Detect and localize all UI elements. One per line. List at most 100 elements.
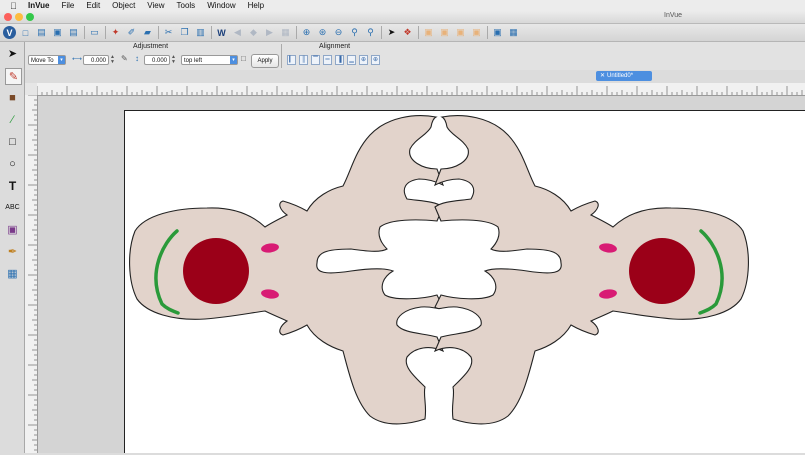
frame-icon[interactable]: ▣: [491, 26, 504, 39]
align-top-edges-icon[interactable]: ▔: [311, 55, 320, 65]
close-tab-icon[interactable]: ✕: [600, 73, 605, 79]
zoom-out-icon[interactable]: ⊖: [332, 26, 345, 39]
group-icon[interactable]: ▣: [422, 26, 435, 39]
menu-file[interactable]: File: [61, 1, 74, 10]
anchor-select[interactable]: top left ▾: [181, 55, 238, 65]
pen-tool-icon[interactable]: ✒: [5, 244, 20, 259]
y-stepper[interactable]: ▲ ▼: [171, 55, 176, 65]
line-tool-icon[interactable]: ∕: [5, 112, 20, 127]
zoom-in-icon[interactable]: ⊕: [300, 26, 313, 39]
distribute-vertical-icon[interactable]: ⊕: [371, 55, 380, 65]
align-right-icon[interactable]: ▶: [263, 26, 276, 39]
align-left-icon[interactable]: ◀: [231, 26, 244, 39]
move-mode-select[interactable]: Move To ▾: [28, 55, 66, 65]
left-eye-circle[interactable]: [183, 238, 249, 304]
vertical-ruler-ticks: [28, 94, 37, 451]
inkblot-shape-mirror[interactable]: [434, 115, 749, 425]
save-icon[interactable]: ▣: [51, 26, 64, 39]
brush-icon[interactable]: ✐: [125, 26, 138, 39]
align-bottom-edges-icon[interactable]: ▁: [347, 55, 356, 65]
horizontal-ruler[interactable]: [36, 83, 805, 96]
inkblot-shape[interactable]: [129, 115, 445, 425]
x-stepper[interactable]: ▲ ▼: [110, 55, 115, 65]
new-document-icon[interactable]: □: [19, 26, 32, 39]
y-position-value: 0.000: [151, 58, 167, 64]
menu-help[interactable]: Help: [248, 1, 264, 10]
invue-logo-icon[interactable]: V: [3, 26, 16, 39]
menu-tools[interactable]: Tools: [177, 1, 196, 10]
bring-front-icon[interactable]: ▣: [454, 26, 467, 39]
rectangle-button-icon[interactable]: ▭: [88, 26, 101, 39]
mask-tool-icon[interactable]: ▣: [5, 222, 20, 237]
document-page[interactable]: [124, 110, 805, 453]
document-tab-label: Untitled0*: [607, 73, 634, 79]
right-eye-circle[interactable]: [629, 238, 695, 304]
menu-edit[interactable]: Edit: [86, 1, 100, 10]
copy-icon[interactable]: ❐: [178, 26, 191, 39]
toolbar-separator: [105, 26, 106, 39]
grid-tool-icon[interactable]: ▦: [5, 266, 20, 281]
align-horizontal-centers-icon[interactable]: ║: [299, 55, 308, 65]
x-position-value: 0.000: [90, 58, 106, 64]
anchor-value: top left: [184, 58, 203, 64]
inkblot-left-half[interactable]: [129, 115, 445, 425]
ungroup-icon[interactable]: ▣: [438, 26, 451, 39]
toolbar-separator: [381, 26, 382, 39]
select-arrow-icon[interactable]: ➤: [5, 46, 20, 61]
color-palette-icon[interactable]: ❖: [401, 26, 414, 39]
open-folder-icon[interactable]: ▤: [35, 26, 48, 39]
chevron-down-icon: ▾: [58, 56, 65, 64]
toolbar-separator: [487, 26, 488, 39]
move-mode-value: Move To: [31, 58, 54, 64]
menu-view[interactable]: View: [147, 1, 164, 10]
vertical-ruler[interactable]: [25, 94, 38, 453]
document-tab[interactable]: ✕ Untitled0*: [596, 71, 652, 81]
horizontal-ruler-ticks: [36, 86, 803, 95]
layers-icon[interactable]: ▦: [507, 26, 520, 39]
paste-icon[interactable]: ▥: [194, 26, 207, 39]
apply-button[interactable]: Apply: [251, 54, 279, 68]
text-path-tool-icon[interactable]: ABC: [5, 200, 20, 215]
menu-object[interactable]: Object: [112, 1, 135, 10]
align-left-edges-icon[interactable]: ▎: [287, 55, 296, 65]
zoom-fit-icon[interactable]: ⊛: [316, 26, 329, 39]
x-position-input[interactable]: 0.000: [83, 55, 109, 65]
word-export-icon[interactable]: W: [215, 26, 228, 39]
menu-app-name[interactable]: InVue: [28, 1, 49, 10]
image-tool-icon[interactable]: ■: [5, 90, 20, 105]
toolbar-separator: [418, 26, 419, 39]
eraser-icon[interactable]: ▰: [141, 26, 154, 39]
tool-palette: ➤ ✎ ■ ∕ □ ○ T ABC ▣ ✒ ▦: [0, 42, 25, 453]
align-vertical-centers-icon[interactable]: ═: [323, 55, 332, 65]
distribute-horizontal-icon[interactable]: ⊕: [359, 55, 368, 65]
align-center-icon[interactable]: ◆: [247, 26, 260, 39]
cut-icon[interactable]: ✂: [162, 26, 175, 39]
section-divider: [281, 44, 282, 68]
print-icon[interactable]: ▤: [67, 26, 80, 39]
y-position-input[interactable]: 0.000: [144, 55, 170, 65]
target-icon[interactable]: ✦: [109, 26, 122, 39]
align-right-edges-icon[interactable]: ▐: [335, 55, 344, 65]
zoom-page-icon[interactable]: ⚲: [364, 26, 377, 39]
rectangle-tool-icon[interactable]: □: [5, 134, 20, 149]
main-toolbar: V □ ▤ ▣ ▤ ▭ ✦ ✐ ▰ ✂ ❐ ▥ W ◀ ◆ ▶ ▦ ⊕ ⊛ ⊖ …: [0, 24, 805, 42]
apple-icon[interactable]: : [10, 1, 22, 11]
send-back-icon[interactable]: ▣: [470, 26, 483, 39]
zoom-actual-icon[interactable]: ⚲: [348, 26, 361, 39]
horizontal-arrows-icon: ⟷: [72, 56, 83, 63]
ellipse-tool-icon[interactable]: ○: [5, 156, 20, 171]
pointer-icon[interactable]: ➤: [385, 26, 398, 39]
zoom-window-button[interactable]: [26, 13, 34, 21]
vertical-arrows-icon: ↕: [135, 54, 139, 63]
inkblot-right-half[interactable]: [434, 115, 749, 425]
document-tab-strip: ✕ Untitled0*: [25, 70, 805, 82]
menu-window[interactable]: Window: [207, 1, 235, 10]
toolbar-separator: [296, 26, 297, 39]
minimize-window-button[interactable]: [15, 13, 23, 21]
close-window-button[interactable]: [4, 13, 12, 21]
adjustment-title: Adjustment: [133, 43, 169, 50]
node-edit-icon[interactable]: ✎: [5, 68, 22, 85]
canvas-area[interactable]: [38, 96, 805, 453]
text-tool-icon[interactable]: T: [5, 178, 20, 193]
distribute-icon[interactable]: ▦: [279, 26, 292, 39]
